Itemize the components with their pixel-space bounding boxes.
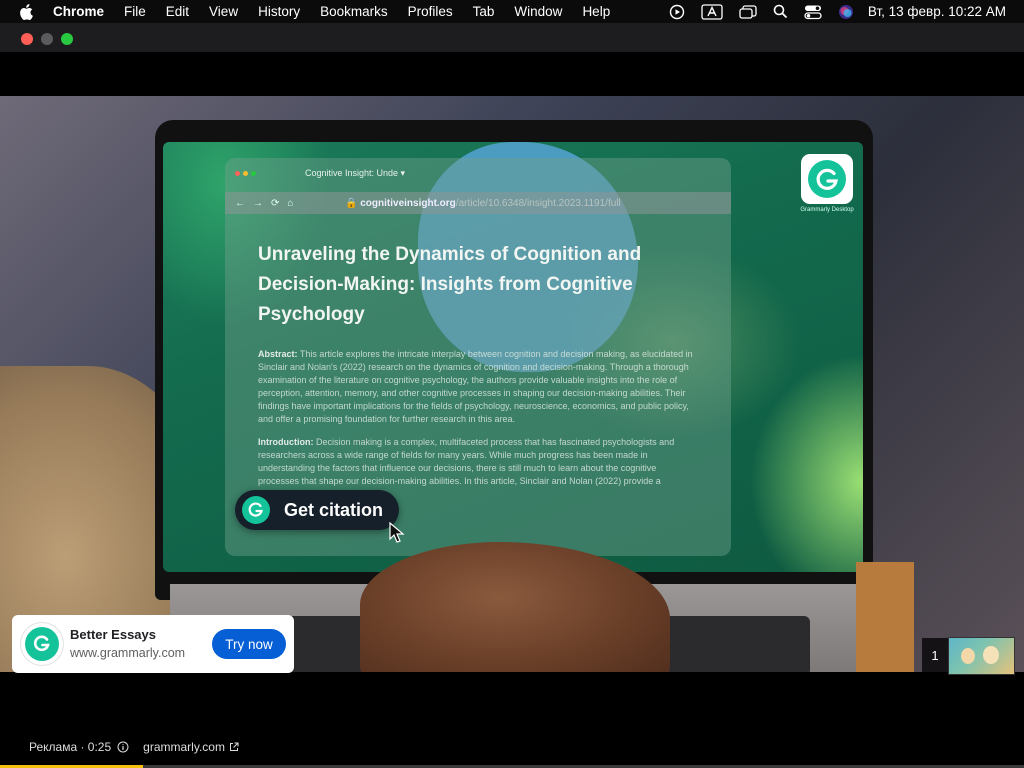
close-window-button[interactable] — [21, 33, 33, 45]
grammarly-logo-icon[interactable] — [21, 623, 63, 665]
control-center-icon[interactable] — [804, 4, 822, 20]
in-video-nav-icons: ←→⟳⌂ — [235, 197, 302, 209]
ad-overlay-card[interactable]: Better Essays www.grammarly.com Try now — [12, 615, 294, 673]
play-circle-icon[interactable] — [669, 4, 685, 20]
get-citation-label: Get citation — [284, 499, 384, 520]
menu-tab[interactable]: Tab — [473, 4, 495, 19]
video-player[interactable]: Cognitive Insight: Unde ▾ ←→⟳⌂ 🔒 cogniti… — [0, 96, 1024, 672]
menu-edit[interactable]: Edit — [166, 4, 189, 19]
siri-icon[interactable] — [838, 4, 854, 20]
in-video-url: 🔒 cognitiveinsight.org/article/10.6348/i… — [345, 197, 621, 209]
keyboard-input-icon[interactable] — [701, 3, 723, 20]
in-video-article: Unraveling the Dynamics of Cognition and… — [258, 240, 698, 501]
menu-view[interactable]: View — [209, 4, 238, 19]
external-link-icon[interactable] — [229, 742, 239, 752]
window-icon[interactable] — [739, 4, 757, 20]
in-video-tab-title: Cognitive Insight: Unde ▾ — [305, 167, 406, 178]
ad-info-bar: Реклама · 0:25 grammarly.com — [29, 740, 239, 754]
menu-file[interactable]: File — [124, 4, 146, 19]
info-icon[interactable] — [117, 741, 129, 753]
get-citation-button: Get citation — [235, 490, 400, 530]
ad-label-timer: Реклама · 0:25 — [29, 740, 112, 754]
in-video-tab-bar: Cognitive Insight: Unde ▾ — [225, 158, 731, 188]
next-video-thumbnail[interactable] — [948, 637, 1015, 675]
minimize-window-button[interactable] — [41, 33, 53, 45]
grammarly-g-icon — [242, 496, 270, 524]
article-abstract: Abstract: This article explores the intr… — [258, 349, 693, 424]
window-titlebar — [0, 23, 1024, 52]
ad-title[interactable]: Better Essays — [70, 627, 156, 642]
fullscreen-window-button[interactable] — [61, 33, 73, 45]
wooden-desk — [856, 562, 914, 672]
ad-domain-link[interactable]: grammarly.com — [143, 740, 225, 754]
menubar-clock[interactable]: Вт, 13 февр. 10:22 AM — [868, 4, 1006, 19]
menu-window[interactable]: Window — [514, 4, 562, 19]
article-title: Unraveling the Dynamics of Cognition and… — [258, 244, 642, 325]
grammarly-app-icon — [801, 154, 853, 204]
menu-profiles[interactable]: Profiles — [408, 4, 453, 19]
menu-app-chrome[interactable]: Chrome — [53, 4, 104, 19]
ad-counter: 1 — [922, 638, 948, 672]
menu-help[interactable]: Help — [582, 4, 610, 19]
search-icon[interactable] — [773, 4, 788, 19]
try-now-button[interactable]: Try now — [212, 629, 286, 659]
menu-bookmarks[interactable]: Bookmarks — [320, 4, 388, 19]
macos-menu-bar: Chrome File Edit View History Bookmarks … — [0, 0, 1024, 23]
menu-history[interactable]: History — [258, 4, 300, 19]
mouse-cursor-icon — [389, 521, 405, 549]
grammarly-app-label: Grammarly Desktop — [800, 207, 854, 213]
in-video-traffic-lights — [235, 170, 259, 176]
in-video-address-bar: ←→⟳⌂ 🔒 cognitiveinsight.org/article/10.6… — [225, 192, 731, 214]
apple-menu-icon[interactable] — [19, 3, 35, 20]
status-area: Вт, 13 февр. 10:22 AM — [653, 0, 1024, 23]
ad-url[interactable]: www.grammarly.com — [70, 646, 185, 660]
